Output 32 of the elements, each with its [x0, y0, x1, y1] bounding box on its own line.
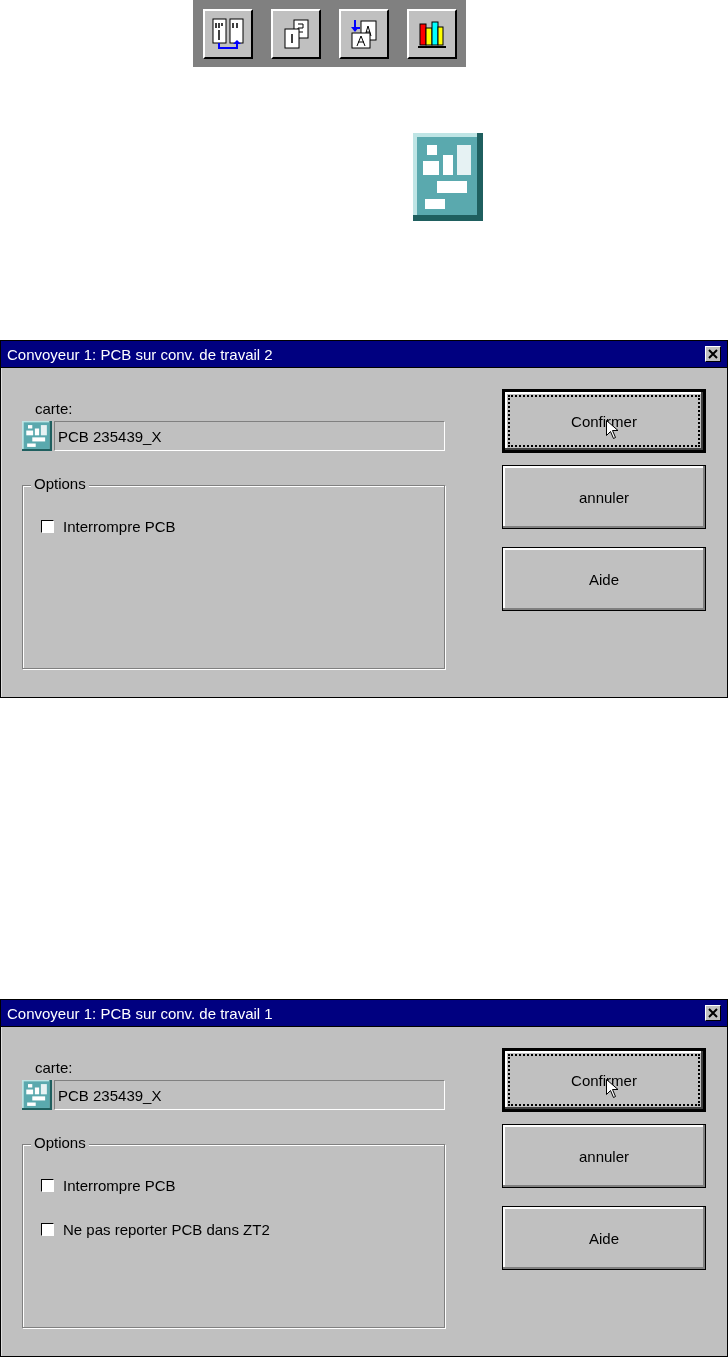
checkbox[interactable] [41, 1178, 54, 1192]
close-button[interactable] [705, 1005, 721, 1021]
dialog-button[interactable]: annuler [502, 1124, 706, 1188]
group-title: Options [31, 1134, 89, 1151]
window-title: Convoyeur 1: PCB sur conv. de travail 2 [7, 345, 273, 363]
group-title: Options [31, 475, 89, 492]
checkbox-label: Interrompre PCB [63, 517, 176, 535]
input-field[interactable]: PCB 235439_X [54, 421, 445, 451]
checkbox-label: Interrompre PCB [63, 1176, 176, 1194]
dialog-button[interactable]: Confirmer [502, 1048, 706, 1112]
window-title: Convoyeur 1: PCB sur conv. de travail 1 [7, 1004, 273, 1022]
close-icon [708, 349, 718, 359]
circuit-board-icon [413, 133, 483, 221]
circuit-board-icon [22, 1080, 52, 1110]
close-button[interactable] [705, 346, 721, 362]
checkbox[interactable] [41, 519, 54, 533]
close-icon [708, 1008, 718, 1018]
toolbar-button[interactable] [407, 8, 457, 59]
circuit-board-icon [22, 421, 52, 451]
dialog-button[interactable]: Aide [502, 547, 706, 611]
checkbox[interactable] [41, 1222, 54, 1236]
field-label: carte: [35, 1059, 74, 1078]
toolbar-button[interactable] [339, 8, 389, 59]
field-label: carte: [35, 400, 74, 419]
toolbar-button[interactable] [271, 8, 321, 59]
input-field[interactable]: PCB 235439_X [54, 1080, 445, 1110]
dialog-button[interactable]: Confirmer [502, 389, 706, 453]
checkbox-label: Ne pas reporter PCB dans ZT2 [63, 1220, 270, 1238]
toolbar-button[interactable] [203, 8, 253, 59]
columns-icon [210, 15, 246, 52]
dialog-button[interactable]: annuler [502, 465, 706, 529]
dialog-button[interactable]: Aide [502, 1206, 706, 1270]
